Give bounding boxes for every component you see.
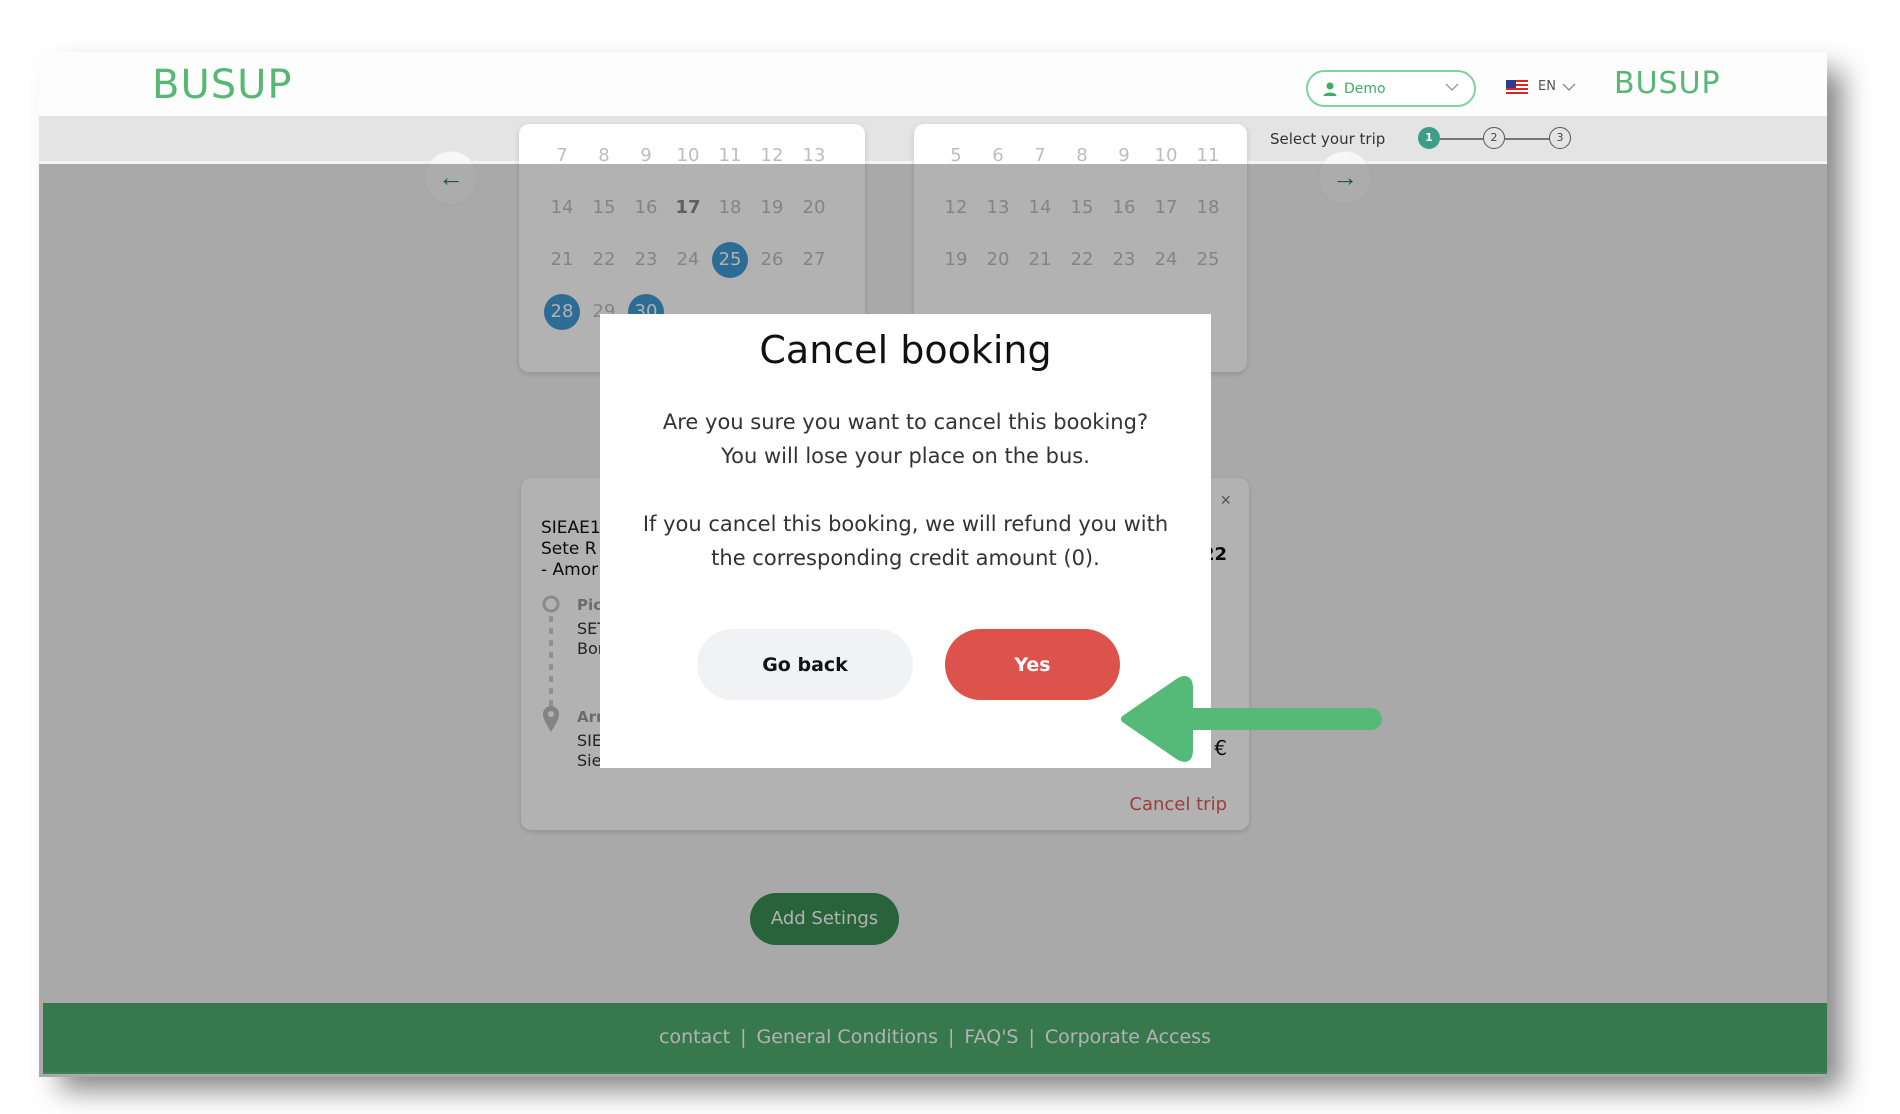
- modal-refund-info: If you cancel this booking, we will refu…: [642, 512, 1169, 536]
- step-2: 2: [1483, 127, 1505, 149]
- user-icon: [1323, 82, 1337, 96]
- step-connector: [1440, 138, 1483, 140]
- chevron-down-icon: [1562, 83, 1576, 91]
- annotation-arrow-icon: [1121, 676, 1382, 762]
- busup-logo[interactable]: BUSUP: [152, 62, 293, 108]
- us-flag-icon: [1506, 80, 1528, 95]
- header: BUSUP Demo EN BUSUP: [39, 52, 1827, 116]
- language-code: EN: [1538, 79, 1556, 94]
- modal-title: Cancel booking: [759, 328, 1052, 372]
- user-select[interactable]: Demo: [1306, 70, 1476, 107]
- modal-question: Are you sure you want to cancel this boo…: [662, 410, 1149, 434]
- step-3: 3: [1549, 127, 1571, 149]
- go-back-button[interactable]: Go back: [697, 629, 913, 700]
- chevron-down-icon: [1445, 83, 1459, 91]
- modal-refund-info: the corresponding credit amount (0).: [711, 546, 1100, 570]
- user-select-value: Demo: [1344, 81, 1386, 97]
- busup-logo-right: BUSUP: [1614, 66, 1721, 101]
- browser-page: BUSUP Demo EN BUSUP Select your trip 1 2…: [39, 52, 1827, 1077]
- stepper-label: Select your trip: [1270, 130, 1386, 148]
- yes-confirm-button[interactable]: Yes: [945, 629, 1120, 700]
- step-connector: [1505, 138, 1549, 140]
- modal-warning: You will lose your place on the bus.: [721, 444, 1090, 468]
- step-1: 1: [1418, 127, 1440, 149]
